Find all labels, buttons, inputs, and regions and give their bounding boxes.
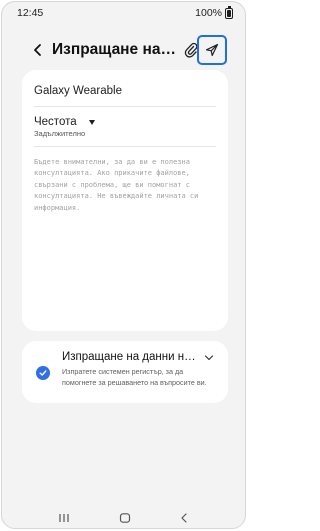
battery-percent: 100% <box>195 7 222 19</box>
category-dropdown[interactable]: Честота <box>34 114 95 130</box>
paperclip-icon <box>184 42 198 58</box>
log-option-description: Изпратете системен регистър, за да помог… <box>62 367 207 387</box>
recents-icon <box>59 514 69 522</box>
divider <box>34 106 216 107</box>
battery-icon <box>225 5 233 19</box>
status-time: 12:45 <box>17 7 44 19</box>
back-icon <box>181 513 187 523</box>
home-icon <box>119 513 131 523</box>
chevron-left-icon <box>34 44 41 56</box>
home-button[interactable] <box>119 510 131 528</box>
message-textarea[interactable] <box>34 157 218 317</box>
send-icon <box>205 43 219 57</box>
dropdown-caret-icon <box>88 120 95 125</box>
send-button[interactable] <box>197 35 227 65</box>
app-bar: Изпращане на обратна връзка <box>2 32 245 68</box>
log-option-card: Изпращане на данни на регистър Изпратете… <box>22 341 228 403</box>
required-label: Задължително <box>34 129 86 138</box>
expand-button[interactable] <box>202 351 216 365</box>
chevron-down-icon <box>204 355 214 361</box>
phone-screen: 12:45 100% Изпращане на обратна връзка G… <box>1 1 246 529</box>
system-back-button[interactable] <box>179 510 189 528</box>
status-bar: 12:45 100% <box>2 5 245 22</box>
back-button[interactable] <box>26 38 50 62</box>
log-option-title: Изпращане на данни на регистър <box>62 351 196 363</box>
category-value: Честота <box>34 116 77 128</box>
send-log-checkbox[interactable] <box>36 366 50 380</box>
product-field[interactable]: Galaxy Wearable <box>34 80 216 102</box>
status-right: 100% <box>195 5 233 19</box>
recents-button[interactable] <box>58 510 70 528</box>
navigation-bar <box>2 504 245 528</box>
checkmark-icon <box>39 370 47 376</box>
divider <box>34 146 216 147</box>
page-title: Изпращане на обратна връзка <box>52 41 178 58</box>
feedback-form-card: Galaxy Wearable Честота Задължително <box>22 70 228 331</box>
